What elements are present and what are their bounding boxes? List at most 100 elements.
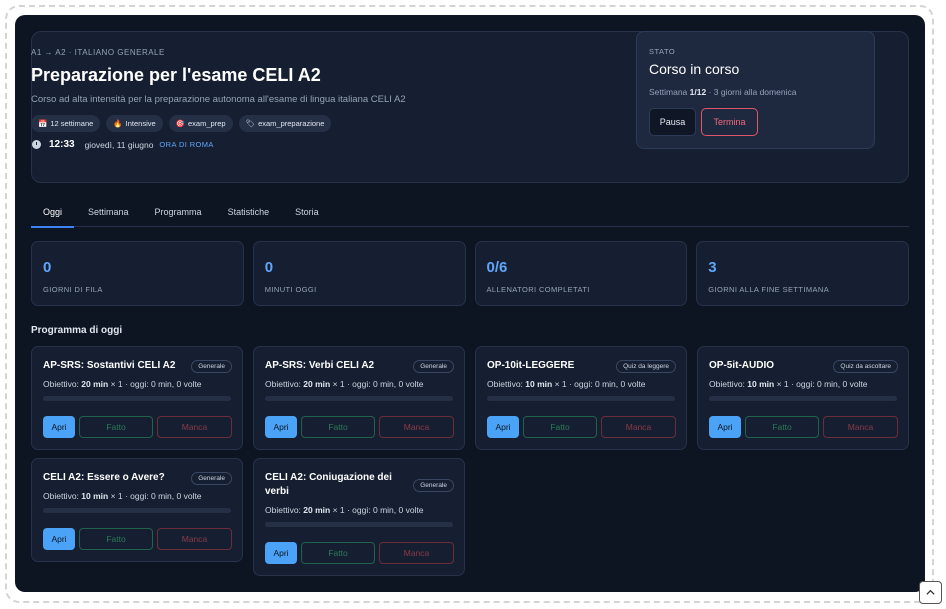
open-button[interactable]: Apri [43,528,75,550]
card-progress [265,522,453,527]
done-button[interactable]: Fatto [301,416,375,438]
program-card: CELI A2: Essere o Avere? Generale Obietti… [31,458,243,562]
course-eyebrow: A1 → A2 · ITALIANO GENERALE [31,48,165,57]
tag-intensity: 🔥 Intensive [106,115,163,132]
done-button[interactable]: Fatto [523,416,597,438]
goal-suffix: × 1 · oggi: 0 min, 0 volte [330,379,424,389]
open-button[interactable]: Apri [709,416,741,438]
stat-value: 0 [264,259,274,276]
goal-duration: 20 min [303,505,331,515]
missed-button[interactable]: Manca [823,416,898,438]
card-badge: Quiz da ascoltare [833,360,898,373]
card-goal: Obiettivo: 10 min × 1 · oggi: 0 min, 0 v… [476,379,686,389]
goal-suffix: × 1 · oggi: 0 min, 0 volte [774,379,868,389]
card-goal: Obiettivo: 20 min × 1 · oggi: 0 min, 0 v… [254,379,464,389]
missed-button[interactable]: Manca [601,416,676,438]
tag-icon: 🏷 [245,119,256,128]
target-icon: 🎯 [175,119,186,128]
week-value: 1/12 [689,87,707,97]
open-button[interactable]: Apri [487,416,519,438]
card-goal: Obiettivo: 20 min × 1 · oggi: 0 min, 0 v… [32,379,242,389]
status-title: Corso in corso [649,61,740,77]
program-card: OP-10it-LEGGERE Quiz da leggere Obiettivo… [475,346,687,450]
tag-goal: 🎯 exam_prep [168,115,233,132]
stat-label: GIORNI DI FILA [43,285,103,294]
missed-button[interactable]: Manca [379,416,454,438]
stat-value: 3 [708,259,717,276]
scroll-to-top-button[interactable] [919,581,942,604]
tag-category: 🏷 exam_preparazione [238,115,332,132]
calendar-icon: 📅 [38,119,48,128]
stats-row: 0 GIORNI DI FILA 0 MINUTI OGGI 0/6 ALLENATO… [31,241,909,306]
open-button[interactable]: Apri [265,416,297,438]
program-card: AP-SRS: Verbi CELI A2 Generale Obiettivo:… [253,346,465,450]
stop-button[interactable]: Termina [701,108,758,136]
goal-duration: 20 min [303,379,331,389]
missed-button[interactable]: Manca [379,542,454,564]
tag-label: Intensive [125,119,156,128]
status-card: STATO Corso in corso Settimana 1/12 · 3 … [636,31,875,149]
course-tags: 📅 12 settimane 🔥 Intensive 🎯 exam_prep 🏷 exa… [31,115,332,132]
goal-duration: 10 min [81,491,109,501]
stat-minutes: 0 MINUTI OGGI [252,241,466,306]
program-grid: AP-SRS: Sostantivi CELI A2 Generale Obiet… [31,346,909,576]
card-title: CELI A2: Coniugazione dei verbi [265,472,392,497]
stat-label: MINUTI OGGI [264,285,317,294]
goal-suffix: × 1 · oggi: 0 min, 0 volte [108,491,202,501]
missed-button[interactable]: Manca [157,416,232,438]
tag-label: exam_prep [188,119,226,128]
program-card: AP-SRS: Sostantivi CELI A2 Generale Obiet… [31,346,243,450]
stat-value: 0 [43,259,52,276]
clock-icon [32,140,41,149]
fire-icon: 🔥 [113,119,123,128]
goal-suffix: × 1 · oggi: 0 min, 0 volte [108,379,202,389]
done-button[interactable]: Fatto [79,416,153,438]
done-button[interactable]: Fatto [301,542,375,564]
open-button[interactable]: Apri [265,542,297,564]
card-badge: Generale [191,360,232,373]
tag-label: 12 settimane [50,119,94,128]
timezone-label: ORA DI ROMA [159,140,214,149]
status-week: Settimana 1/12 · 3 giorni alla domenica [649,87,796,97]
tab-settimana[interactable]: Settimana [76,203,141,227]
stat-label: GIORNI ALLA FINE SETTIMANA [708,285,830,294]
stat-label: ALLENATORI COMPLETATI [486,285,590,294]
tab-programma[interactable]: Programma [143,203,214,227]
goal-prefix: Obiettivo: [265,505,304,515]
time-value: 12:33 [49,139,75,150]
tab-storia[interactable]: Storia [283,203,331,227]
goal-duration: 10 min [525,379,553,389]
program-card: CELI A2: Coniugazione dei verbi Generale … [253,458,465,576]
done-button[interactable]: Fatto [745,416,819,438]
stat-days-left: 3 GIORNI ALLA FINE SETTIMANA [696,241,909,306]
done-button[interactable]: Fatto [79,528,153,550]
week-prefix: Settimana [649,87,690,97]
card-title: AP-SRS: Verbi CELI A2 [265,360,375,371]
tab-statistiche[interactable]: Statistiche [216,203,282,227]
card-badge: Generale [413,360,454,373]
card-badge: Generale [413,479,454,492]
goal-duration: 10 min [747,379,775,389]
card-badge: Generale [191,472,232,485]
missed-button[interactable]: Manca [157,528,232,550]
stat-streak: 0 GIORNI DI FILA [31,241,244,306]
goal-prefix: Obiettivo: [43,491,82,501]
card-progress [43,508,231,513]
card-progress [487,396,675,401]
tag-label: exam_preparazione [258,119,325,128]
goal-suffix: × 1 · oggi: 0 min, 0 volte [330,505,424,515]
goal-duration: 20 min [81,379,109,389]
tab-oggi[interactable]: Oggi [31,203,75,228]
card-title: CELI A2: Essere o Avere? [43,472,165,483]
current-time: 12:33 giovedì, 11 giugno ORA DI ROMA [32,139,214,150]
course-title: Preparazione per l'esame CELI A2 [31,65,321,85]
card-progress [709,396,897,401]
card-title: AP-SRS: Sostantivi CELI A2 [43,360,176,371]
open-button[interactable]: Apri [43,416,75,438]
goal-suffix: × 1 · oggi: 0 min, 0 volte [552,379,646,389]
pause-button[interactable]: Pausa [649,108,696,136]
card-progress [265,396,453,401]
status-label: STATO [649,47,676,56]
date-value: giovedì, 11 giugno [84,139,154,150]
section-title: Programma di oggi [31,325,123,336]
